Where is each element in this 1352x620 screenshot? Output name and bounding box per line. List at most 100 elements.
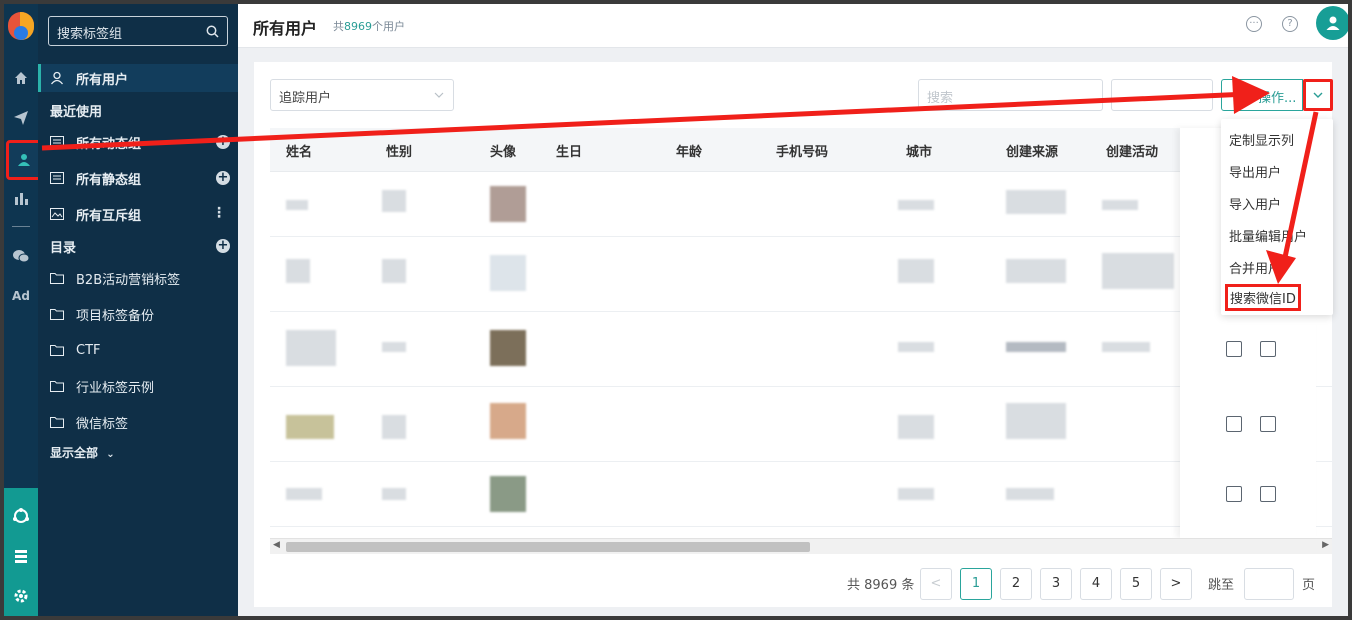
blurred-cell (898, 200, 934, 210)
column-header[interactable]: 性别 (386, 141, 412, 160)
users-icon[interactable] (6, 140, 42, 180)
sidebar-item-dynamic-groups[interactable]: 所有动态组 + (38, 128, 238, 156)
filter-value: 追踪用户 (279, 91, 332, 106)
page-button[interactable]: 5 (1120, 568, 1152, 600)
add-note-icon[interactable] (1260, 341, 1276, 357)
recent-heading: 最近使用 (50, 104, 103, 120)
ad-icon[interactable]: Ad (4, 282, 38, 310)
column-header[interactable]: 创建活动 (1106, 141, 1158, 160)
blurred-cell (898, 488, 934, 500)
avatar (490, 255, 526, 291)
user-outline-icon (50, 71, 64, 85)
menu-item-batch-edit[interactable]: 批量编辑用户 (1229, 226, 1307, 245)
scroll-right-icon[interactable]: ▶ (1322, 540, 1329, 550)
user-avatar-icon (1326, 16, 1340, 30)
sidebar-item-label: 所有互斥组 (76, 208, 142, 224)
search-placeholder: 搜索标签组 (57, 27, 123, 42)
column-header[interactable]: 年龄 (676, 141, 702, 160)
add-static-group-icon[interactable]: + (216, 171, 230, 185)
menu-item-import-users[interactable]: 导入用户 (1229, 194, 1281, 213)
column-header[interactable]: 生日 (556, 141, 582, 160)
list-folder-icon (50, 171, 64, 185)
network-icon[interactable] (4, 502, 38, 530)
user-filter-select[interactable]: 追踪用户 (270, 79, 454, 111)
wechat-icon[interactable] (4, 242, 38, 270)
operations-button[interactable]: 操作... (1221, 79, 1303, 111)
avatar[interactable] (1316, 6, 1348, 40)
page-button[interactable]: 4 (1080, 568, 1112, 600)
blurred-cell (1006, 403, 1066, 439)
operations-dropdown-toggle[interactable] (1303, 79, 1333, 111)
rail-divider (12, 226, 30, 227)
column-header[interactable]: 手机号码 (776, 141, 828, 160)
menu-item-export-users[interactable]: 导出用户 (1229, 162, 1281, 181)
column-header[interactable]: 城市 (906, 141, 932, 160)
pagination-total: 共 8969 条 (847, 578, 915, 593)
search-icon (206, 25, 219, 38)
add-note-icon[interactable] (1260, 416, 1276, 432)
add-note-icon[interactable] (1260, 486, 1276, 502)
edit-icon[interactable] (1226, 341, 1242, 357)
menu-item-merge-users[interactable]: 合并用户 (1229, 258, 1281, 277)
scroll-left-icon[interactable]: ◀ (273, 540, 280, 550)
blurred-cell (1102, 342, 1150, 352)
page-jump-input[interactable] (1244, 568, 1294, 600)
page-title: 所有用户 (253, 19, 318, 38)
sidebar-item-static-groups[interactable]: 所有静态组 + (38, 164, 238, 192)
user-count: 8969 (344, 20, 372, 33)
sidebar-item-exclusive-groups[interactable]: 所有互斥组 ⋮ (38, 200, 238, 228)
blurred-cell (1102, 200, 1138, 210)
column-header[interactable]: 创建来源 (1006, 141, 1058, 160)
add-dynamic-group-icon[interactable]: + (216, 135, 230, 149)
folder-label: 微信标签 (76, 416, 129, 432)
edit-icon[interactable] (1226, 486, 1242, 502)
blurred-cell (382, 259, 406, 283)
send-icon[interactable] (4, 104, 38, 132)
sidebar-item-all-users[interactable]: 所有用户 (38, 64, 238, 92)
sidebar-folder[interactable]: 项目标签备份 (38, 300, 238, 328)
prev-page-button[interactable]: < (920, 568, 952, 600)
bar-chart-icon[interactable] (4, 184, 38, 212)
menu-item-search-wechat-id[interactable]: 搜索微信ID (1225, 284, 1301, 311)
folder-icon (50, 271, 64, 285)
user-count-subtitle: 共8969个用户 (333, 18, 405, 34)
horizontal-scrollbar[interactable]: ◀ ▶ (270, 538, 1332, 554)
edit-icon[interactable] (1226, 416, 1242, 432)
chat-icon[interactable]: ··· (1246, 16, 1262, 32)
page-button[interactable]: 1 (960, 568, 992, 600)
blurred-cell (898, 415, 934, 439)
page-button[interactable]: 3 (1040, 568, 1072, 600)
server-icon[interactable] (4, 542, 38, 570)
show-all-link[interactable]: 显示全部 ⌄ (50, 444, 115, 461)
add-catalog-icon[interactable]: + (216, 239, 230, 253)
blurred-cell (1006, 488, 1054, 500)
table-row[interactable] (270, 387, 1332, 462)
sidebar-folder[interactable]: B2B活动营销标签 (38, 264, 238, 292)
column-header[interactable]: 姓名 (286, 141, 312, 160)
column-header[interactable]: 头像 (490, 141, 516, 160)
blurred-cell (382, 342, 406, 352)
table-header: 姓名 性别 头像 生日 年龄 手机号码 城市 创建来源 创建活动 (270, 128, 1332, 172)
more-options-icon[interactable]: ⋮ (212, 206, 226, 220)
user-search-input[interactable]: 搜索 (918, 79, 1103, 111)
help-icon[interactable]: ? (1282, 16, 1298, 32)
tag-group-search-input[interactable]: 搜索标签组 (48, 16, 228, 46)
page-button[interactable]: 2 (1000, 568, 1032, 600)
sidebar-folder[interactable]: 微信标签 (38, 408, 238, 436)
sidebar-folder[interactable]: 行业标签示例 (38, 372, 238, 400)
folder-label: 行业标签示例 (76, 380, 155, 396)
gear-icon[interactable] (4, 582, 38, 610)
home-icon[interactable] (4, 64, 38, 92)
table-row[interactable] (270, 462, 1332, 527)
menu-item-custom-columns[interactable]: 定制显示列 (1229, 130, 1294, 149)
show-all-label: 显示全部 (50, 446, 99, 460)
scrollbar-thumb[interactable] (286, 542, 810, 552)
toolbar-button[interactable] (1111, 79, 1213, 111)
sidebar-folder[interactable]: CTF (38, 336, 238, 364)
table-row[interactable] (270, 172, 1332, 237)
blurred-cell (382, 190, 406, 212)
folder-icon (50, 379, 64, 393)
next-page-button[interactable]: > (1160, 568, 1192, 600)
table-row[interactable] (270, 312, 1332, 387)
table-row[interactable] (270, 237, 1332, 312)
